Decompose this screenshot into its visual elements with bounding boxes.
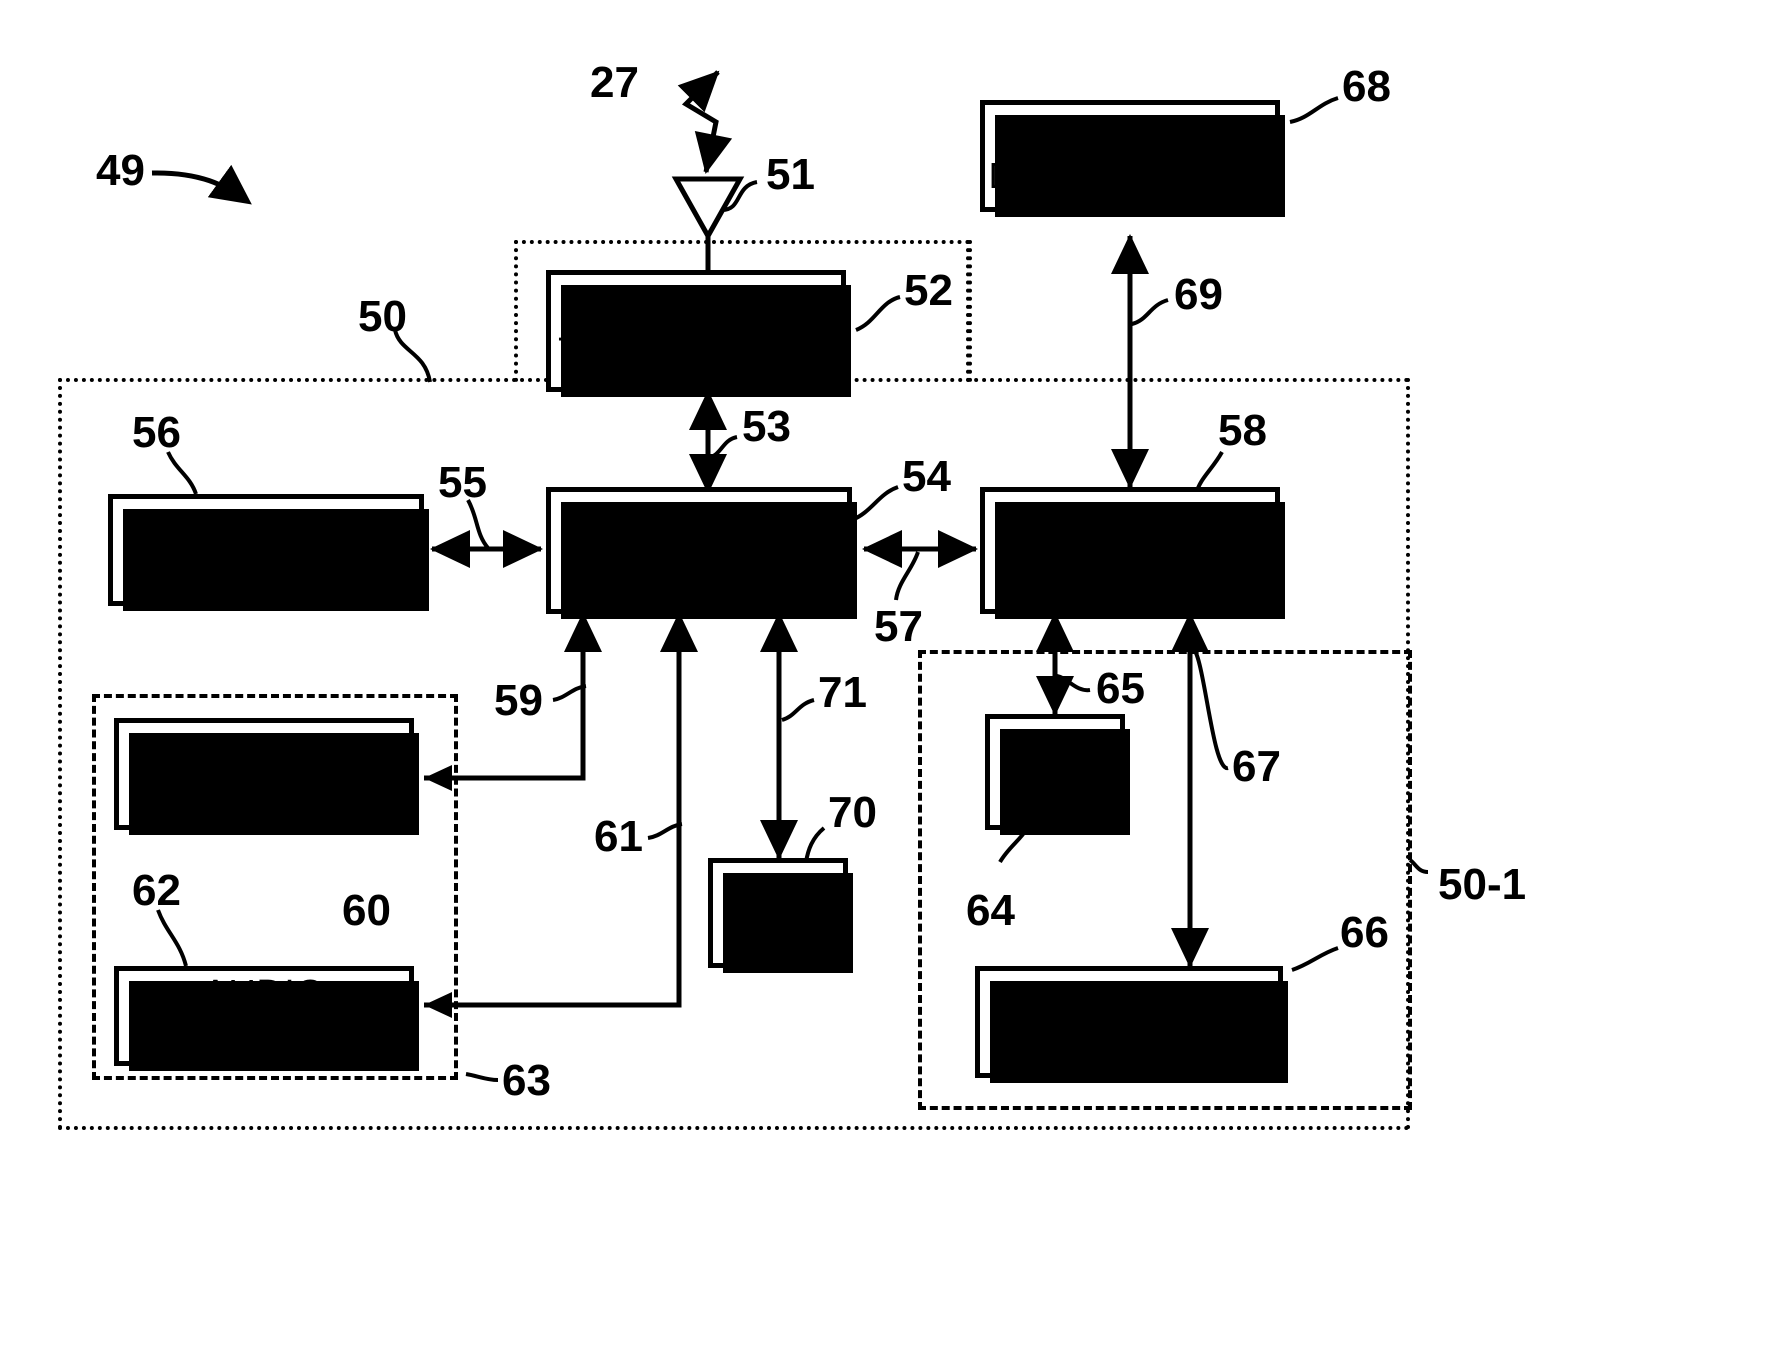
ref-69: 69 — [1174, 270, 1223, 319]
memory-label: MEMORY — [179, 528, 353, 571]
ref-27: 27 — [590, 58, 639, 107]
gps-label: GPS — [1014, 750, 1096, 793]
ref-71: 71 — [818, 668, 867, 717]
block-processor[interactable]: PROCESSOR — [546, 487, 857, 619]
radio-transceiver-line1: RADIO — [634, 288, 758, 331]
radio-transceiver-line2: TRANSCEIVER — [558, 331, 834, 373]
ref-66: 66 — [1340, 908, 1389, 957]
block-display[interactable]: DISPLAY — [114, 718, 419, 835]
ref-58: 58 — [1218, 406, 1267, 455]
ref-64: 64 — [966, 886, 1015, 935]
block-input[interactable]: INPUT — [708, 858, 853, 973]
input-label: INPUT — [719, 891, 837, 934]
block-other-flight-data-sources[interactable]: OTHER FLIGHT DATA SOURCES — [980, 100, 1285, 217]
altitude-detector-line1: ALTITUDE — [1041, 980, 1217, 1022]
ref-53: 53 — [742, 402, 791, 451]
ref-70: 70 — [828, 788, 877, 837]
patent-figure: RADIO TRANSCEIVER OTHER FLIGHT DATA SOUR… — [0, 0, 1786, 1363]
ref-65: 65 — [1096, 664, 1145, 713]
ref-49: 49 — [96, 146, 145, 195]
block-altitude-detector[interactable]: ALTITUDE DETECTOR — [975, 966, 1288, 1083]
altitude-detector-line2: DETECTOR — [1028, 1021, 1230, 1062]
ref-60: 60 — [342, 886, 391, 935]
ref-57: 57 — [874, 602, 923, 651]
audio-output-label: AUDIO OUTPUT — [184, 973, 344, 1058]
ref-51: 51 — [766, 150, 815, 199]
block-interface[interactable]: INTERFACE — [980, 487, 1285, 619]
leader-50-1 — [1408, 858, 1429, 874]
block-radio-transceiver[interactable]: RADIO TRANSCEIVER — [546, 270, 851, 397]
other-flight-data-sources-line1: OTHER FLIGHT — [995, 114, 1265, 156]
wireless-signal-lightning — [677, 70, 733, 174]
block-gps[interactable]: GPS — [985, 714, 1130, 835]
display-label: DISPLAY — [183, 752, 345, 795]
ref-50: 50 — [358, 292, 407, 341]
ref-67: 67 — [1232, 742, 1281, 791]
leader-49-arrow — [151, 164, 252, 205]
block-audio-output[interactable]: AUDIO OUTPUT — [114, 966, 419, 1071]
processor-label: PROCESSOR — [575, 529, 823, 572]
block-memory[interactable]: MEMORY — [108, 494, 429, 611]
ref-54: 54 — [902, 452, 951, 501]
ref-55: 55 — [438, 458, 487, 507]
ref-56: 56 — [132, 408, 181, 457]
other-flight-data-sources-line2: DATA SOURCES — [988, 155, 1272, 196]
ref-52: 52 — [904, 266, 953, 315]
ref-68: 68 — [1342, 62, 1391, 111]
ref-59: 59 — [494, 676, 543, 725]
leader-68 — [1289, 96, 1339, 124]
ref-61: 61 — [594, 812, 643, 861]
interface-label: INTERFACE — [1021, 529, 1239, 572]
ref-62: 62 — [132, 866, 181, 915]
ref-50-1: 50-1 — [1438, 860, 1527, 909]
ref-63: 63 — [502, 1056, 551, 1105]
